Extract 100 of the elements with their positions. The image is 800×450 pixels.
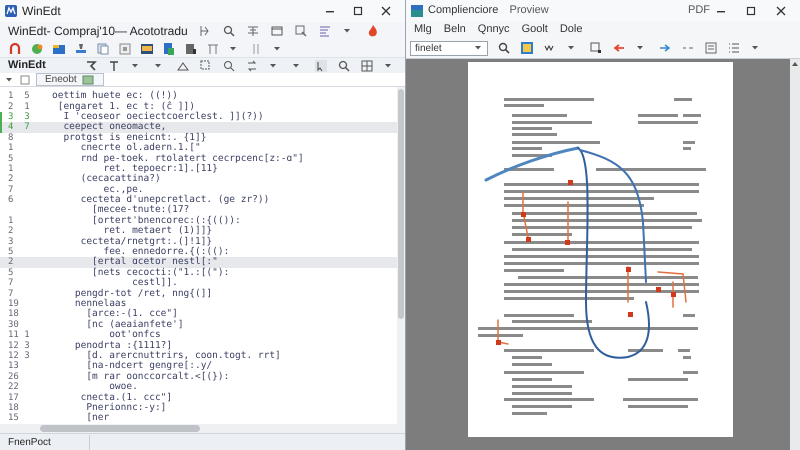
code-line: [ertal ɑcetor nestl[:" <box>91 257 218 268</box>
list-icon[interactable] <box>318 24 332 38</box>
line-number: 2 1 <box>7 102 31 112</box>
code-line: nennelaas <box>74 299 126 309</box>
code-line: oettim huete ec: ((!)) <box>51 91 178 102</box>
code-line: pengdr-tot /ret, nng{(]] <box>74 288 212 299</box>
code-line: I 'ceoseor oeciectcoerclest. ]](?)) <box>63 112 264 122</box>
replace-icon[interactable] <box>245 58 259 72</box>
code-line: cnecrte ol.adern.1.[" <box>80 143 201 154</box>
code-line: protgst is eneicnt:. {1]} <box>62 132 206 143</box>
code-line: cecteta/rnetgrt:.(]!1]} <box>80 236 212 247</box>
document-icon[interactable] <box>162 42 176 56</box>
app-logo-icon <box>4 4 18 18</box>
window-icon[interactable] <box>270 24 284 38</box>
code-line: (cecacattina?) <box>80 174 161 184</box>
search-icon[interactable] <box>337 58 351 72</box>
code-line: [mecee-tnute:(17? <box>91 205 190 216</box>
code-line: penodrta :{1111?] <box>74 340 172 351</box>
line-number: 2 <box>7 174 14 184</box>
frame-icon[interactable] <box>520 41 534 55</box>
code-line: [nc (aeaianfete'] <box>85 320 184 330</box>
line-number: 18 <box>7 309 20 320</box>
line-number: 7 <box>7 288 14 299</box>
line-number: 15 <box>7 413 20 424</box>
zoom-dropdown[interactable]: finelet <box>410 40 488 56</box>
preview-icon[interactable] <box>294 24 308 38</box>
document-title: WinEdt- Compraj'10— Acototradu <box>8 23 188 40</box>
zoom-icon[interactable] <box>222 58 236 72</box>
line-number: 18 <box>7 402 20 413</box>
line-number: 12 3 <box>7 340 31 351</box>
line-number: 1 <box>7 216 14 226</box>
window-subtitle: Proview <box>510 3 550 18</box>
search-icon[interactable] <box>222 24 236 38</box>
window-title: Complienciore <box>428 3 500 18</box>
line-number: 6 <box>7 195 14 206</box>
line-number: 5 <box>7 268 14 278</box>
line-number: 12 3 <box>7 350 31 361</box>
pin-icon[interactable] <box>18 72 32 86</box>
line-number: 11 1 <box>7 330 31 340</box>
code-line: [engaret 1. ec t: (ĉ ]]) <box>56 102 195 112</box>
menu-item[interactable]: Mlg <box>414 21 432 38</box>
line-number: 1 5 <box>7 91 31 102</box>
close-icon[interactable] <box>774 4 788 18</box>
code-line: [ner <box>85 413 110 424</box>
code-line: owoe. <box>108 382 138 392</box>
line-number: 4 7 <box>7 122 31 132</box>
menu-item[interactable]: Qnnyc <box>478 21 510 38</box>
app-logo-icon <box>410 4 424 18</box>
horizontal-scrollbar[interactable] <box>0 424 405 433</box>
columns-icon[interactable] <box>206 42 220 56</box>
shape-icon[interactable] <box>589 41 603 55</box>
stamp-icon[interactable] <box>74 42 88 56</box>
code-line: [nets cecocti:("1.:[("): <box>91 268 230 278</box>
code-line: ceepect oneomacte, <box>62 122 166 132</box>
menu-item[interactable]: Beln <box>444 21 466 38</box>
window-title: PDF <box>688 3 710 18</box>
line-number: 19 <box>7 299 20 309</box>
line-number: 22 <box>7 382 20 392</box>
toolbar-label: WinEdt <box>8 58 47 74</box>
grid-icon[interactable] <box>360 58 374 72</box>
line-number: 1 <box>7 164 14 174</box>
line-number: 7 <box>7 184 14 195</box>
notes-icon[interactable] <box>704 41 718 55</box>
line-number: 26 <box>7 372 20 382</box>
code-line: [arce:-(1. cce"] <box>85 309 178 320</box>
menu-item[interactable]: Dole <box>560 21 582 38</box>
line-number: 7 <box>7 278 14 288</box>
code-line: [na-ndcert gengre[:.y/ <box>85 361 212 372</box>
code-line: rnd pe-toek. rtolatert cecrpcenc[z:-ɑ"] <box>80 154 304 164</box>
line-number: 5 <box>7 247 14 258</box>
menu-item[interactable]: Goolt <box>522 21 548 38</box>
vertical-scrollbar[interactable] <box>790 59 800 450</box>
vertical-scrollbar[interactable] <box>397 87 405 424</box>
screen-icon[interactable] <box>140 42 154 56</box>
line-number: 1 <box>7 143 14 154</box>
search-icon[interactable] <box>497 41 511 55</box>
cursor-icon[interactable] <box>314 58 328 72</box>
close-icon[interactable] <box>379 4 393 18</box>
line-number: 2 <box>7 257 14 268</box>
code-line: ret. tepoecr:1].[11} <box>103 164 218 174</box>
maximize-icon[interactable] <box>351 4 365 18</box>
code-line: [d. arercnuttrirs, coon.togt. rrt] <box>86 350 281 361</box>
list-icon[interactable] <box>727 41 741 55</box>
code-line: [m rar oonccorcalt.<[(}): <box>85 372 230 382</box>
image-icon <box>80 72 95 86</box>
line-number: 30 <box>7 320 20 330</box>
code-line: cnecta.(1. ccc"] <box>80 392 172 403</box>
code-line: ret. metaert (1)]]} <box>102 226 212 236</box>
format-icon[interactable] <box>246 24 260 38</box>
document-tab[interactable]: Eneobt <box>36 73 104 86</box>
line-number: 8 <box>7 132 14 143</box>
code-line: Pnerionnc:-y:] <box>85 402 166 413</box>
line-number: 2 <box>7 226 14 236</box>
code-line: fee. ennedorre.{(:((): <box>103 247 230 258</box>
code-line: cestl]]. <box>131 278 178 288</box>
text-icon[interactable] <box>107 58 121 72</box>
line-number: 5 <box>7 154 14 164</box>
magnet-icon[interactable] <box>8 42 22 56</box>
line-number: 13 <box>7 361 20 372</box>
status-bar-text: FnenPoct <box>0 434 90 450</box>
